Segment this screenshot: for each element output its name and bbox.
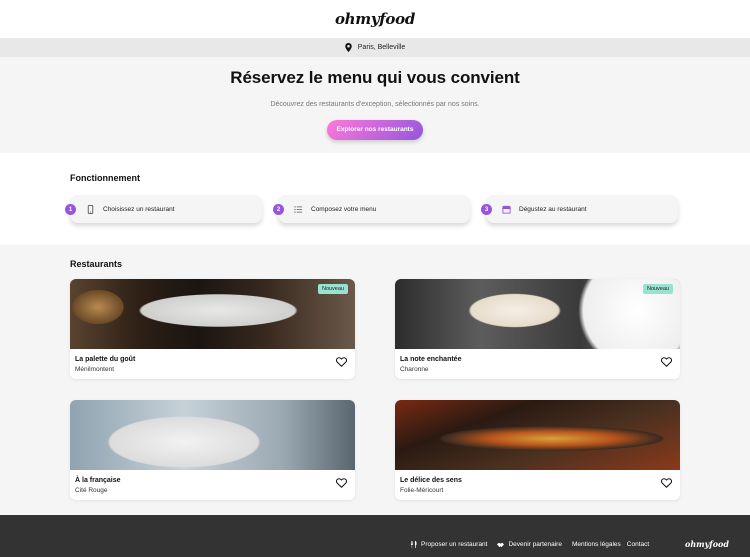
heart-icon[interactable] [336, 357, 347, 367]
step-number: 1 [65, 204, 76, 215]
location-pin-icon [345, 43, 352, 52]
step-label: Dégustez au restaurant [519, 205, 587, 213]
new-badge: Nouveau [642, 284, 673, 294]
list-icon [294, 205, 303, 213]
restaurant-name: Le délice des sens [400, 477, 462, 484]
heart-icon[interactable] [661, 478, 672, 488]
restaurant-info: La palette du goût Ménilmontent [70, 349, 355, 379]
utensils-icon [410, 541, 417, 548]
restaurant-info: Le délice des sens Folie-Méricourt [395, 470, 680, 500]
footer-legal: Mentions légales Contact [572, 541, 649, 548]
propose-restaurant-label: Proposer un restaurant [421, 541, 488, 548]
handshake-icon [497, 542, 505, 548]
step-compose-menu[interactable]: 2 Composez votre menu [273, 195, 470, 223]
restaurant-info: La note enchantée Charonne [395, 349, 680, 379]
restaurant-photo [395, 400, 680, 470]
site-header: ohmyfood [0, 0, 750, 38]
step-label: Choisissez un restaurant [103, 205, 175, 213]
restaurant-name: À la française [75, 477, 121, 484]
legal-notice-link[interactable]: Mentions légales [572, 541, 621, 548]
steps-list: 1 Choisissez un restaurant 2 Composez vo… [65, 195, 680, 223]
step-enjoy-restaurant[interactable]: 3 Dégustez au restaurant [481, 195, 678, 223]
hero-title: Réservez le menu qui vous convient [230, 68, 520, 87]
restaurant-photo [70, 400, 355, 470]
become-partner-label: Devenir partenaire [508, 541, 562, 548]
explore-restaurants-button[interactable]: Explorer nos restaurants [326, 120, 424, 140]
restaurant-area: Charonne [400, 366, 429, 373]
store-icon [502, 205, 511, 214]
restaurant-card-delice[interactable]: Le délice des sens Folie-Méricourt [395, 400, 680, 500]
restaurant-area: Ménilmontent [75, 366, 115, 373]
location-text: Paris, Belleville [357, 44, 406, 51]
restaurant-card-palette[interactable]: Nouveau La palette du goût Ménilmontent [70, 279, 355, 379]
restaurants-section: Restaurants Nouveau La palette du goût M… [0, 245, 750, 515]
mobile-phone-icon [87, 204, 94, 214]
step-choose-restaurant[interactable]: 1 Choisissez un restaurant [65, 195, 262, 223]
step-number: 2 [273, 204, 284, 215]
restaurant-area: Cité Rouge [75, 487, 108, 494]
location-bar: Paris, Belleville [0, 38, 750, 57]
step-number: 3 [481, 204, 492, 215]
propose-restaurant-link[interactable]: Proposer un restaurant [410, 541, 487, 548]
become-partner-link[interactable]: Devenir partenaire [497, 541, 562, 548]
footer-links: Proposer un restaurant Devenir partenair… [410, 541, 562, 548]
restaurant-name: La note enchantée [400, 356, 462, 363]
heart-icon[interactable] [336, 478, 347, 488]
restaurant-photo: Nouveau [70, 279, 355, 349]
restaurant-photo: Nouveau [395, 279, 680, 349]
footer-logo[interactable]: ohmyfood [685, 539, 729, 549]
restaurant-info: À la française Cité Rouge [70, 470, 355, 500]
restaurant-area: Folie-Méricourt [400, 487, 444, 494]
restaurants-title: Restaurants [70, 259, 123, 269]
heart-icon[interactable] [661, 357, 672, 367]
contact-link[interactable]: Contact [627, 541, 649, 548]
site-footer: Proposer un restaurant Devenir partenair… [0, 515, 750, 557]
howto-title: Fonctionnement [70, 173, 140, 183]
hero-section: Réservez le menu qui vous convient Décou… [0, 57, 750, 153]
howto-section: Fonctionnement 1 Choisissez un restauran… [0, 153, 750, 245]
site-logo[interactable]: ohmyfood [335, 10, 415, 28]
new-badge: Nouveau [317, 284, 348, 294]
restaurant-card-note[interactable]: Nouveau La note enchantée Charonne [395, 279, 680, 379]
restaurant-card-francaise[interactable]: À la française Cité Rouge [70, 400, 355, 500]
step-label: Composez votre menu [311, 205, 377, 213]
restaurant-name: La palette du goût [75, 356, 136, 363]
hero-subtitle: Découvrez des restaurants d'exception, s… [270, 101, 480, 108]
restaurants-grid: Nouveau La palette du goût Ménilmontent … [70, 279, 680, 500]
